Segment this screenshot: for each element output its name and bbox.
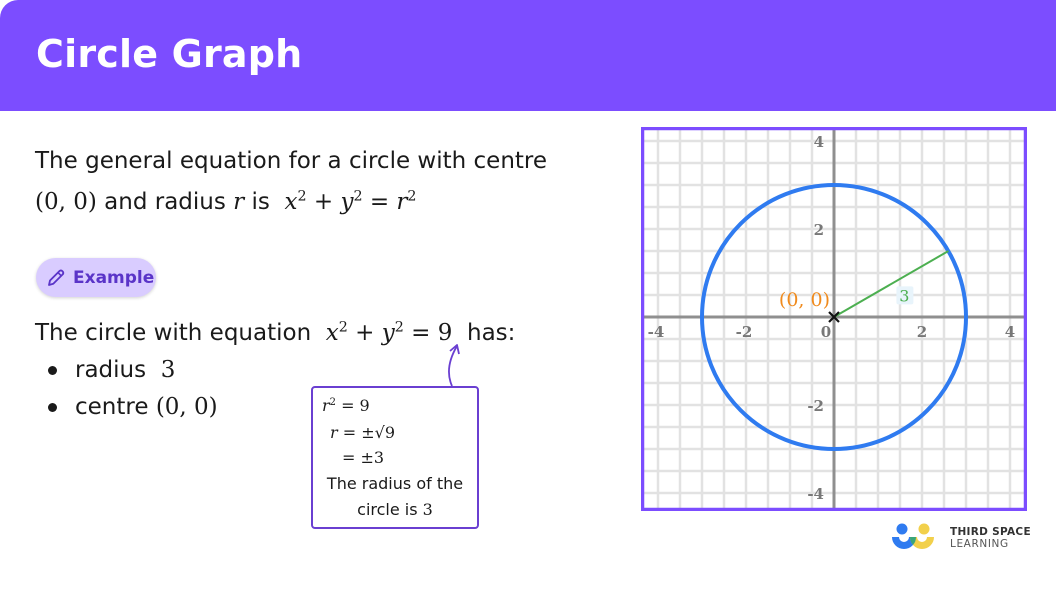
intro-centre: (0, 0) <box>35 189 97 215</box>
example-label: Example <box>73 267 155 288</box>
logo-icon <box>892 523 934 549</box>
note-line-2: r = ±√9 <box>330 423 396 442</box>
pencil-icon <box>48 269 65 286</box>
list-item-centre: centre (0, 0) <box>48 389 218 426</box>
note-text-1: The radius of the <box>326 474 464 493</box>
intro-line-1: The general equation for a circle with c… <box>35 148 548 174</box>
callout-arrow <box>448 344 460 387</box>
x-tick-label: 4 <box>1005 323 1015 341</box>
example-badge: Example <box>36 258 156 297</box>
example-equation: x2 + y2 = 9 <box>325 319 453 346</box>
y-tick-label: -2 <box>807 397 824 415</box>
circle-graph: -4 -2 0 2 4 -4 -2 2 4 3 (0, 0) <box>640 126 1028 512</box>
note-line-1: r2 = 9 <box>322 396 370 415</box>
x-tick-label: -4 <box>648 323 665 341</box>
list-item-radius: radius 3 <box>48 352 218 389</box>
page-title: Circle Graph <box>36 32 303 76</box>
y-tick-label: -4 <box>807 485 824 503</box>
y-tick-label: 4 <box>814 133 824 151</box>
graph-canvas: -4 -2 0 2 4 -4 -2 2 4 3 (0, 0) <box>640 126 1028 512</box>
properties-list: radius 3 centre (0, 0) <box>48 352 218 426</box>
radius-segment <box>833 250 949 318</box>
x-tick-label: 0 <box>821 323 831 341</box>
logo-line-1: THIRD SPACE <box>950 526 1031 538</box>
intro-and-radius: and radius <box>104 189 226 215</box>
header-banner: Circle Graph <box>0 0 1056 111</box>
y-tick-label: 2 <box>814 221 824 239</box>
x-tick-label: -2 <box>736 323 753 341</box>
bullet-icon <box>48 403 57 412</box>
note-text-2: circle is 3 <box>357 500 433 519</box>
radius-label: 3 <box>899 286 909 305</box>
logo-line-2: LEARNING <box>950 538 1009 550</box>
centre-label: (0, 0) <box>779 289 830 311</box>
intro-r: r <box>233 189 245 215</box>
third-space-learning-logo: THIRD SPACE LEARNING <box>890 522 1031 554</box>
bullet-icon <box>48 366 57 375</box>
general-equation: x2 + y2 = r2 <box>284 188 417 215</box>
intro-is: is <box>251 189 270 215</box>
note-line-3: = ±3 <box>342 448 385 467</box>
intro-line-2: (0, 0) and radius r is x2 + y2 = r2 <box>35 182 417 222</box>
x-tick-label: 2 <box>917 323 927 341</box>
working-note: r2 = 9 r = ±√9 = ±3 The radius of the ci… <box>311 386 479 529</box>
